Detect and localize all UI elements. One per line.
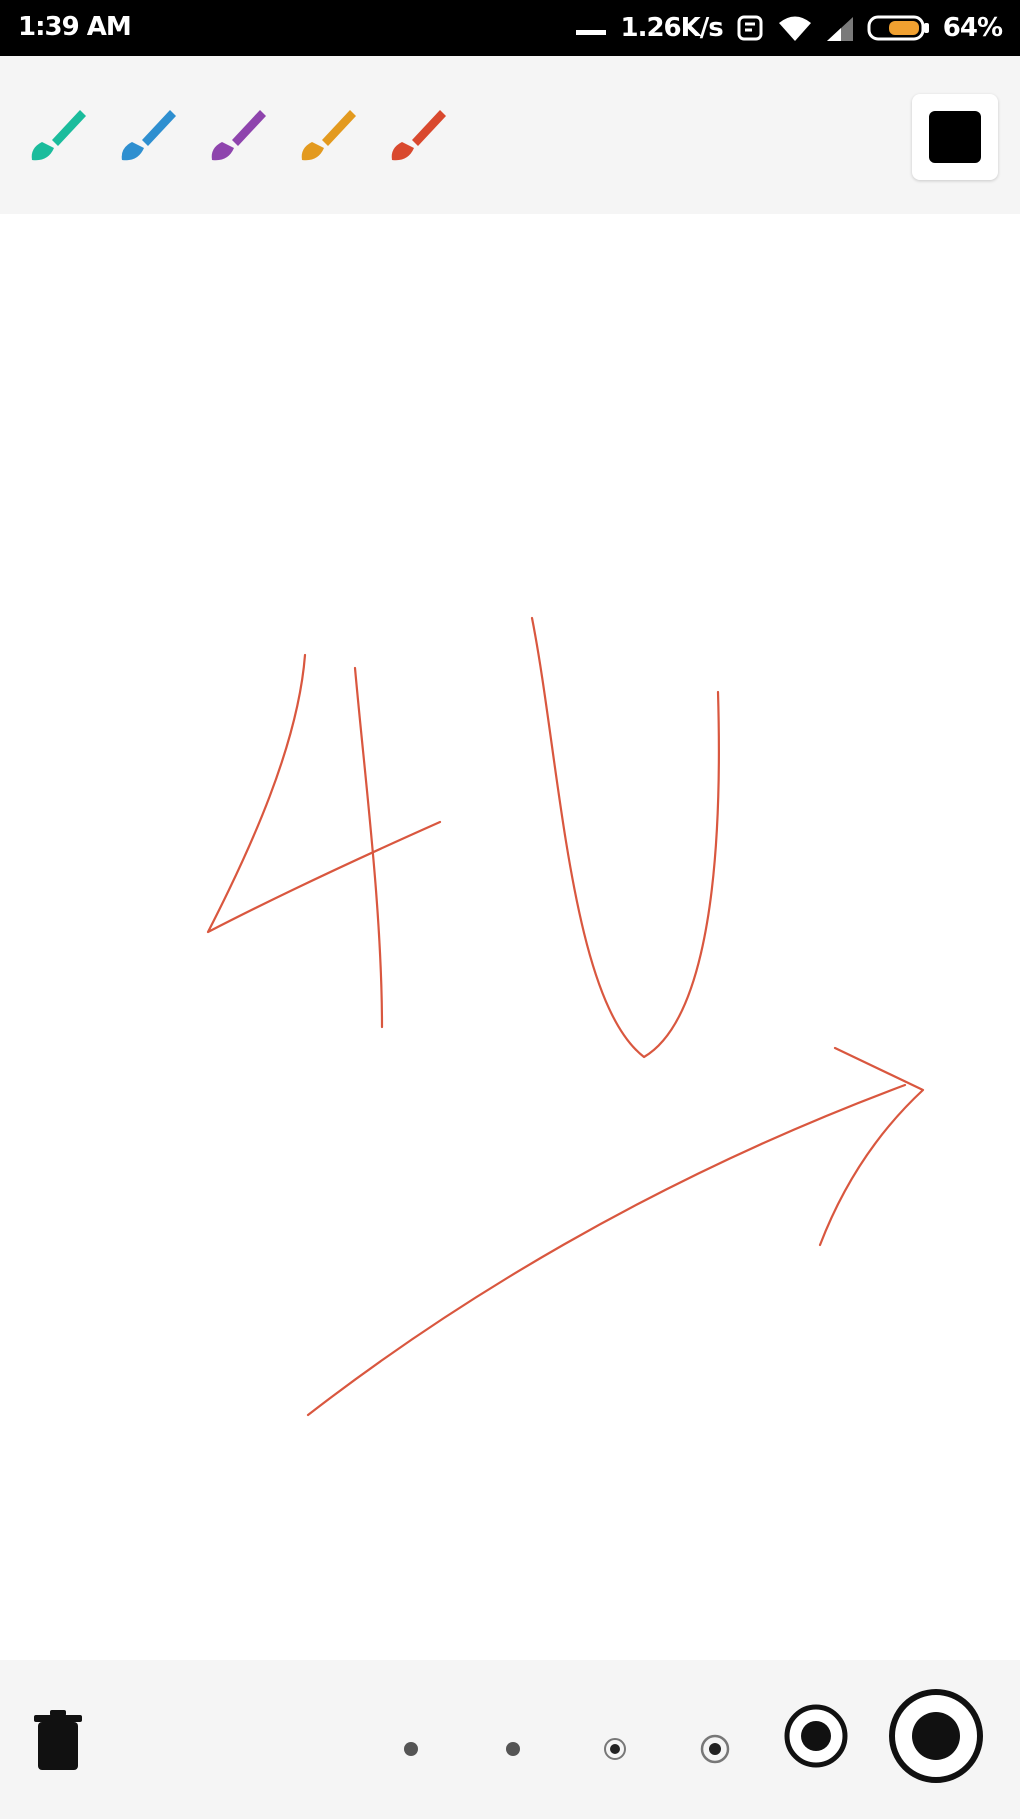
stroke-size-6[interactable] xyxy=(888,1688,984,1784)
alarm-icon xyxy=(735,13,765,43)
stroke-arrow-head xyxy=(818,1046,925,1247)
brush-blue-button[interactable] xyxy=(112,100,182,170)
network-speed: 1.26K/s xyxy=(620,13,723,43)
stroke-size-3[interactable] xyxy=(594,1728,636,1770)
brush-orange-icon xyxy=(301,110,356,161)
battery-icon xyxy=(867,13,931,43)
brush-orange-button[interactable] xyxy=(292,100,362,170)
size-dot-icon xyxy=(506,1742,520,1756)
stroke-u xyxy=(530,616,720,1059)
stroke-arrow-shaft xyxy=(306,1083,907,1417)
wifi-icon xyxy=(777,13,813,43)
clear-canvas-button[interactable] xyxy=(30,1710,86,1774)
status-icons: 1.26K/s 64% xyxy=(574,8,1003,48)
brush-purple-button[interactable] xyxy=(202,100,272,170)
trash-icon xyxy=(34,1710,82,1770)
size-ring-icon xyxy=(700,1734,730,1764)
stroke-size-5[interactable] xyxy=(782,1702,850,1770)
size-ring-selected-icon xyxy=(889,1689,983,1783)
color-toolbar xyxy=(0,56,1020,214)
stroke-size-2[interactable] xyxy=(494,1730,532,1768)
size-dot-icon xyxy=(404,1742,418,1756)
brush-red-icon xyxy=(391,110,446,161)
status-bar: 1:39 AM 1.26K/s 64% xyxy=(0,0,1020,56)
status-time: 1:39 AM xyxy=(18,12,132,42)
stroke-size-1[interactable] xyxy=(392,1730,430,1768)
battery-percent: 64% xyxy=(942,13,1003,43)
signal-icon xyxy=(825,13,855,43)
brush-blue-icon xyxy=(121,110,176,161)
drawing-canvas[interactable] xyxy=(0,214,1020,1660)
brush-teal-icon xyxy=(31,110,86,161)
size-ring-icon xyxy=(784,1704,848,1768)
color-picker-button[interactable] xyxy=(912,94,998,180)
drawing-strokes xyxy=(206,616,925,1417)
notification-dash-icon xyxy=(574,18,608,38)
brush-red-button[interactable] xyxy=(382,100,452,170)
stroke-size-4[interactable] xyxy=(692,1726,738,1772)
brush-purple-icon xyxy=(211,110,266,161)
stroke-four-diagonal xyxy=(206,653,442,934)
size-ring-icon xyxy=(604,1738,626,1760)
bottom-toolbar xyxy=(0,1660,1020,1819)
brush-teal-button[interactable] xyxy=(22,100,92,170)
stroke-four-vertical xyxy=(353,666,384,1029)
selected-color-swatch xyxy=(929,111,981,163)
